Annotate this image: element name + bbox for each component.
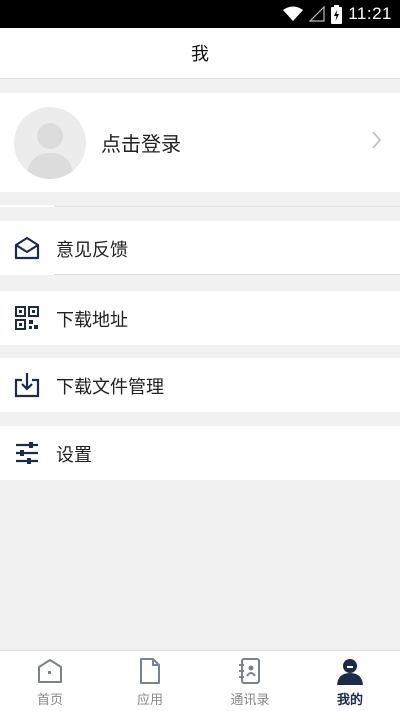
tab-label: 首页 — [36, 693, 63, 708]
tab-contacts[interactable]: 通讯录 — [200, 651, 300, 711]
menu-item-label: 下载文件管理 — [56, 377, 164, 398]
download-icon — [14, 373, 40, 398]
menu-item-label: 设置 — [56, 445, 92, 466]
mail-icon — [14, 236, 40, 260]
menu-item-label: 意见反馈 — [56, 240, 128, 261]
wifi-icon — [283, 6, 304, 21]
section-divider — [0, 205, 400, 207]
user-icon — [337, 659, 363, 685]
tab-label: 通讯录 — [230, 693, 270, 708]
chevron-right-icon — [372, 131, 381, 149]
page-title: 我 — [191, 44, 209, 65]
menu-item-settings[interactable]: 设置 — [0, 426, 400, 480]
tab-label: 应用 — [136, 693, 163, 708]
avatar[interactable] — [14, 107, 86, 179]
tab-me[interactable]: 我的 — [300, 651, 400, 711]
menu-divider — [54, 274, 400, 275]
qrcode-icon — [15, 306, 39, 330]
battery-icon — [331, 4, 343, 24]
menu-item-download-address[interactable]: 下载地址 — [0, 291, 400, 345]
sliders-icon — [16, 442, 38, 464]
status-time: 11:21 — [348, 4, 392, 23]
header: 我 — [0, 28, 400, 79]
bottom-tab-bar: 首页 应用 通讯录 我的 — [0, 650, 400, 711]
tab-label: 我的 — [336, 693, 363, 708]
tab-apps[interactable]: 应用 — [100, 651, 200, 711]
avatar-placeholder-icon — [26, 123, 74, 179]
tab-home[interactable]: 首页 — [0, 651, 100, 711]
menu-item-label: 下载地址 — [56, 310, 128, 331]
home-icon — [38, 659, 62, 683]
contacts-icon — [239, 658, 260, 684]
status-icons: 11:21 — [283, 0, 392, 28]
document-icon — [140, 658, 160, 684]
menu-item-download-manager[interactable]: 下载文件管理 — [0, 358, 400, 412]
signal-icon — [309, 6, 325, 22]
login-label[interactable]: 点击登录 — [101, 128, 181, 157]
menu-item-feedback[interactable]: 意见反馈 — [0, 221, 400, 275]
status-bar: 11:21 — [0, 0, 400, 28]
login-row[interactable]: 点击登录 — [0, 93, 400, 192]
